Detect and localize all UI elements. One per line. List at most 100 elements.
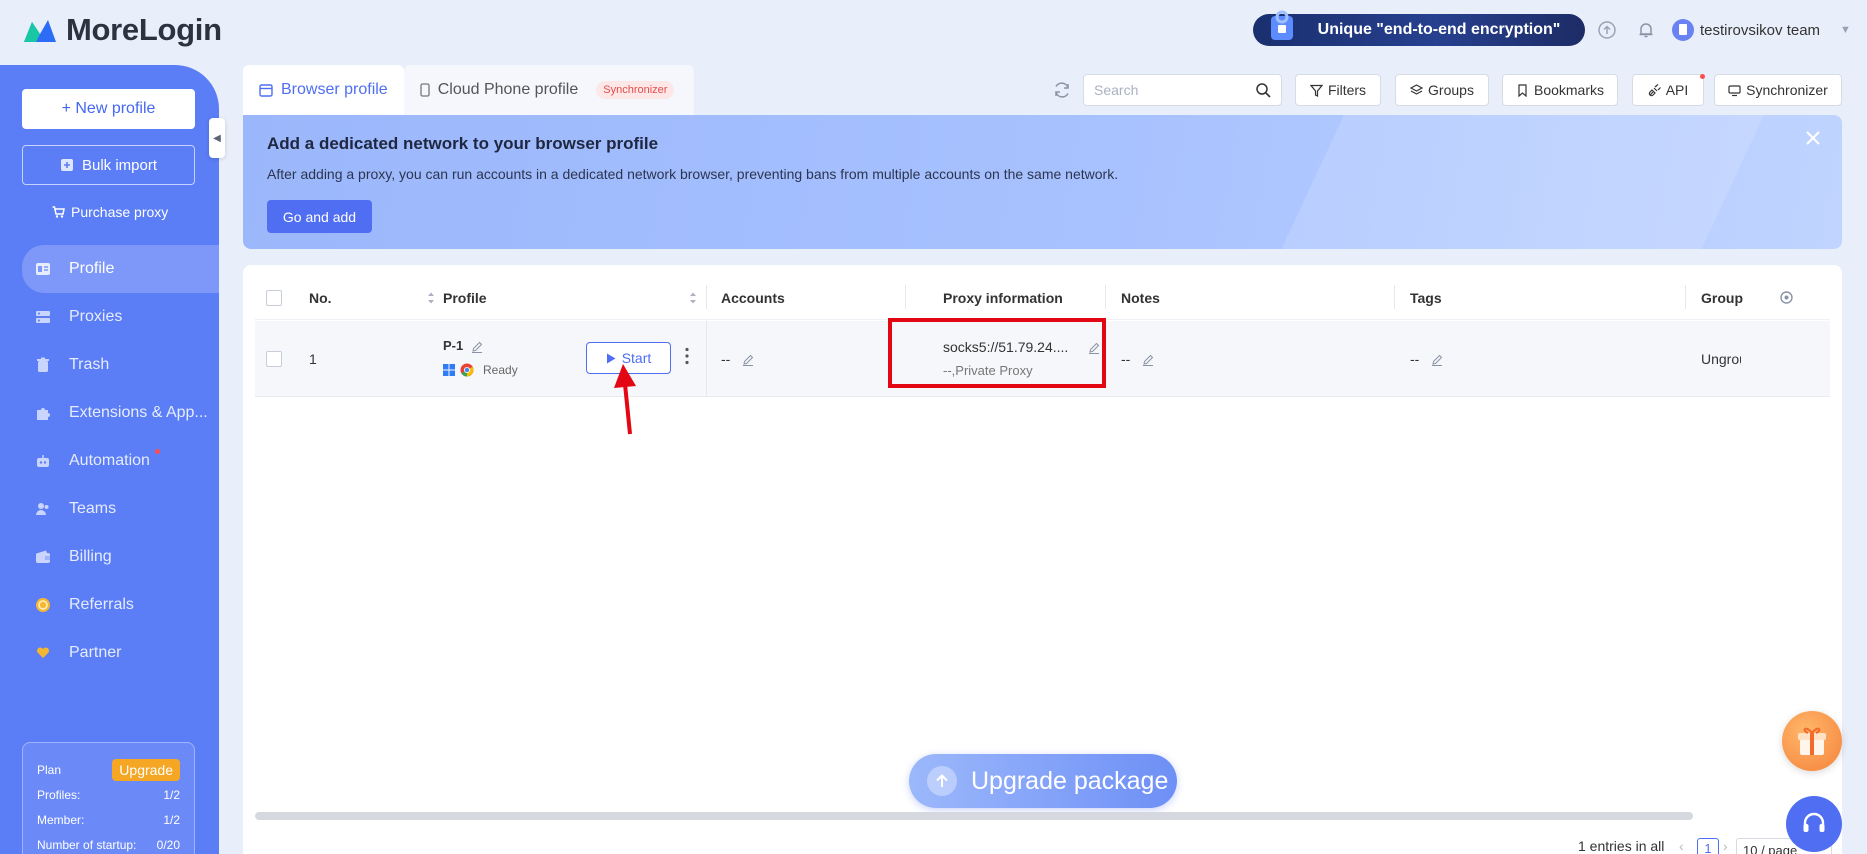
tags-value: -- <box>1410 351 1420 367</box>
shield-lock-icon <box>1271 10 1293 40</box>
sidebar-item-partner[interactable]: Partner <box>0 629 219 677</box>
banner-decoration <box>1241 115 1783 249</box>
upload-circle-icon[interactable] <box>1597 20 1617 40</box>
edit-icon[interactable] <box>471 341 483 353</box>
purchase-proxy-link[interactable]: Purchase proxy <box>52 204 168 220</box>
plan-profiles-value: 1/2 <box>163 787 180 802</box>
tags-cell: -- <box>1410 351 1443 367</box>
plan-member-value: 1/2 <box>163 812 180 827</box>
bulk-import-label: Bulk import <box>81 156 158 174</box>
search-box <box>1083 74 1282 106</box>
edit-icon[interactable] <box>1142 354 1154 367</box>
column-header-no[interactable]: No. <box>309 275 332 320</box>
close-icon[interactable] <box>1804 129 1822 147</box>
column-divider <box>1685 285 1686 309</box>
more-options-icon[interactable] <box>685 347 689 365</box>
plan-card: Plan Upgrade Profiles: 1/2 Member: 1/2 Num… <box>22 742 195 854</box>
profile-tabs: Browser profile Cloud Phone profile Sync… <box>243 65 694 115</box>
next-page-icon[interactable]: › <box>1723 838 1728 854</box>
puzzle-icon <box>37 408 50 420</box>
page-number-button[interactable]: 1 <box>1697 838 1719 854</box>
tab-label: Cloud Phone profile <box>437 81 579 98</box>
support-headset-icon[interactable] <box>1786 796 1842 852</box>
team-name: testirovsikov team <box>1700 21 1821 39</box>
column-divider <box>1394 285 1395 309</box>
filter-icon <box>1309 84 1323 97</box>
arrow-up-icon <box>927 766 957 796</box>
tab-cloud-phone-profile[interactable]: Cloud Phone profile Synchronizer <box>403 65 694 115</box>
caret-left-icon: ◀ <box>213 132 221 144</box>
sidebar-item-profile[interactable]: Profile <box>22 245 219 293</box>
sidebar-item-label: Trash <box>69 356 110 373</box>
edit-icon[interactable] <box>1431 354 1443 367</box>
api-label: API <box>1665 82 1689 98</box>
sidebar-item-referrals[interactable]: Referrals <box>0 581 219 629</box>
sidebar-collapse-button[interactable]: ◀ <box>209 118 225 158</box>
proxy-highlight-box <box>888 318 1106 388</box>
groups-button[interactable]: Groups <box>1395 74 1489 106</box>
phone-icon <box>420 83 430 97</box>
layers-icon <box>1410 83 1424 95</box>
bookmarks-button[interactable]: Bookmarks <box>1502 74 1618 106</box>
sidebar-item-automation[interactable]: Automation <box>0 437 219 485</box>
sort-icon[interactable] <box>427 291 435 305</box>
bell-icon[interactable] <box>1636 20 1656 40</box>
column-header-tags[interactable]: Tags <box>1410 275 1442 320</box>
row-number: 1 <box>309 351 317 367</box>
column-settings-icon[interactable] <box>1779 290 1794 305</box>
robot-icon <box>37 455 49 467</box>
sidebar-item-extensions[interactable]: Extensions & App... <box>0 389 219 437</box>
select-all-checkbox[interactable] <box>266 275 282 320</box>
search-icon[interactable] <box>1255 82 1271 98</box>
accounts-cell: -- <box>721 351 754 367</box>
app-name: MoreLogin <box>66 12 222 47</box>
column-header-proxy[interactable]: Proxy information <box>943 275 1063 320</box>
app-logo[interactable]: MoreLogin <box>22 12 222 48</box>
synchronizer-button[interactable]: Synchronizer <box>1714 74 1842 106</box>
prev-page-icon[interactable]: ‹ <box>1679 838 1684 854</box>
sidebar-item-proxies[interactable]: Proxies <box>0 293 219 341</box>
status-text: Ready <box>483 363 518 377</box>
team-switcher[interactable]: testirovsikov team ▼ <box>1672 19 1851 41</box>
column-header-group[interactable]: Group <box>1701 275 1743 320</box>
search-input[interactable] <box>1094 82 1244 98</box>
plan-label: Plan <box>37 762 62 777</box>
team-icon <box>36 503 49 515</box>
gift-icon[interactable] <box>1782 711 1842 771</box>
api-button[interactable]: API <box>1632 74 1704 106</box>
bulk-import-button[interactable]: Bulk import <box>22 145 195 185</box>
upgrade-package-button[interactable]: Upgrade package <box>909 754 1177 808</box>
sidebar-item-billing[interactable]: Billing <box>0 533 219 581</box>
red-arrow-icon <box>614 364 636 435</box>
sidebar-item-trash[interactable]: Trash <box>0 341 219 389</box>
coin-icon <box>36 598 50 612</box>
edit-icon[interactable] <box>742 354 754 367</box>
cart-icon <box>52 206 65 218</box>
column-header-notes[interactable]: Notes <box>1121 275 1160 320</box>
sidebar: + New profile Bulk import Purchase proxy… <box>0 65 219 854</box>
upgrade-button[interactable]: Upgrade <box>112 758 180 781</box>
sidebar-item-label: Extensions & App... <box>69 404 208 421</box>
new-profile-button[interactable]: + New profile <box>22 89 195 129</box>
horizontal-scrollbar[interactable] <box>255 812 1693 820</box>
refresh-icon[interactable] <box>1052 80 1072 100</box>
go-and-add-button[interactable]: Go and add <box>267 200 372 233</box>
column-header-profile[interactable]: Profile <box>443 275 487 320</box>
groups-label: Groups <box>1428 82 1474 98</box>
sidebar-item-label: Teams <box>69 500 117 517</box>
profile-icon <box>36 263 50 275</box>
top-bar: MoreLogin Unique "end-to-end encryption"… <box>0 0 1867 60</box>
team-avatar <box>1672 19 1694 41</box>
browser-window-icon <box>259 83 273 97</box>
encryption-promo-banner[interactable]: Unique "end-to-end encryption" <box>1253 10 1585 46</box>
sort-icon[interactable] <box>689 291 697 305</box>
promo-text: Unique "end-to-end encryption" <box>1317 21 1561 38</box>
row-checkbox[interactable] <box>266 351 282 367</box>
sidebar-item-teams[interactable]: Teams <box>0 485 219 533</box>
column-header-accounts[interactable]: Accounts <box>721 275 785 320</box>
sidebar-item-label: Referrals <box>69 596 134 613</box>
tab-browser-profile[interactable]: Browser profile <box>243 65 404 115</box>
synchronizer-icon <box>1728 84 1741 96</box>
proxies-icon <box>36 311 50 323</box>
filters-button[interactable]: Filters <box>1295 74 1381 106</box>
